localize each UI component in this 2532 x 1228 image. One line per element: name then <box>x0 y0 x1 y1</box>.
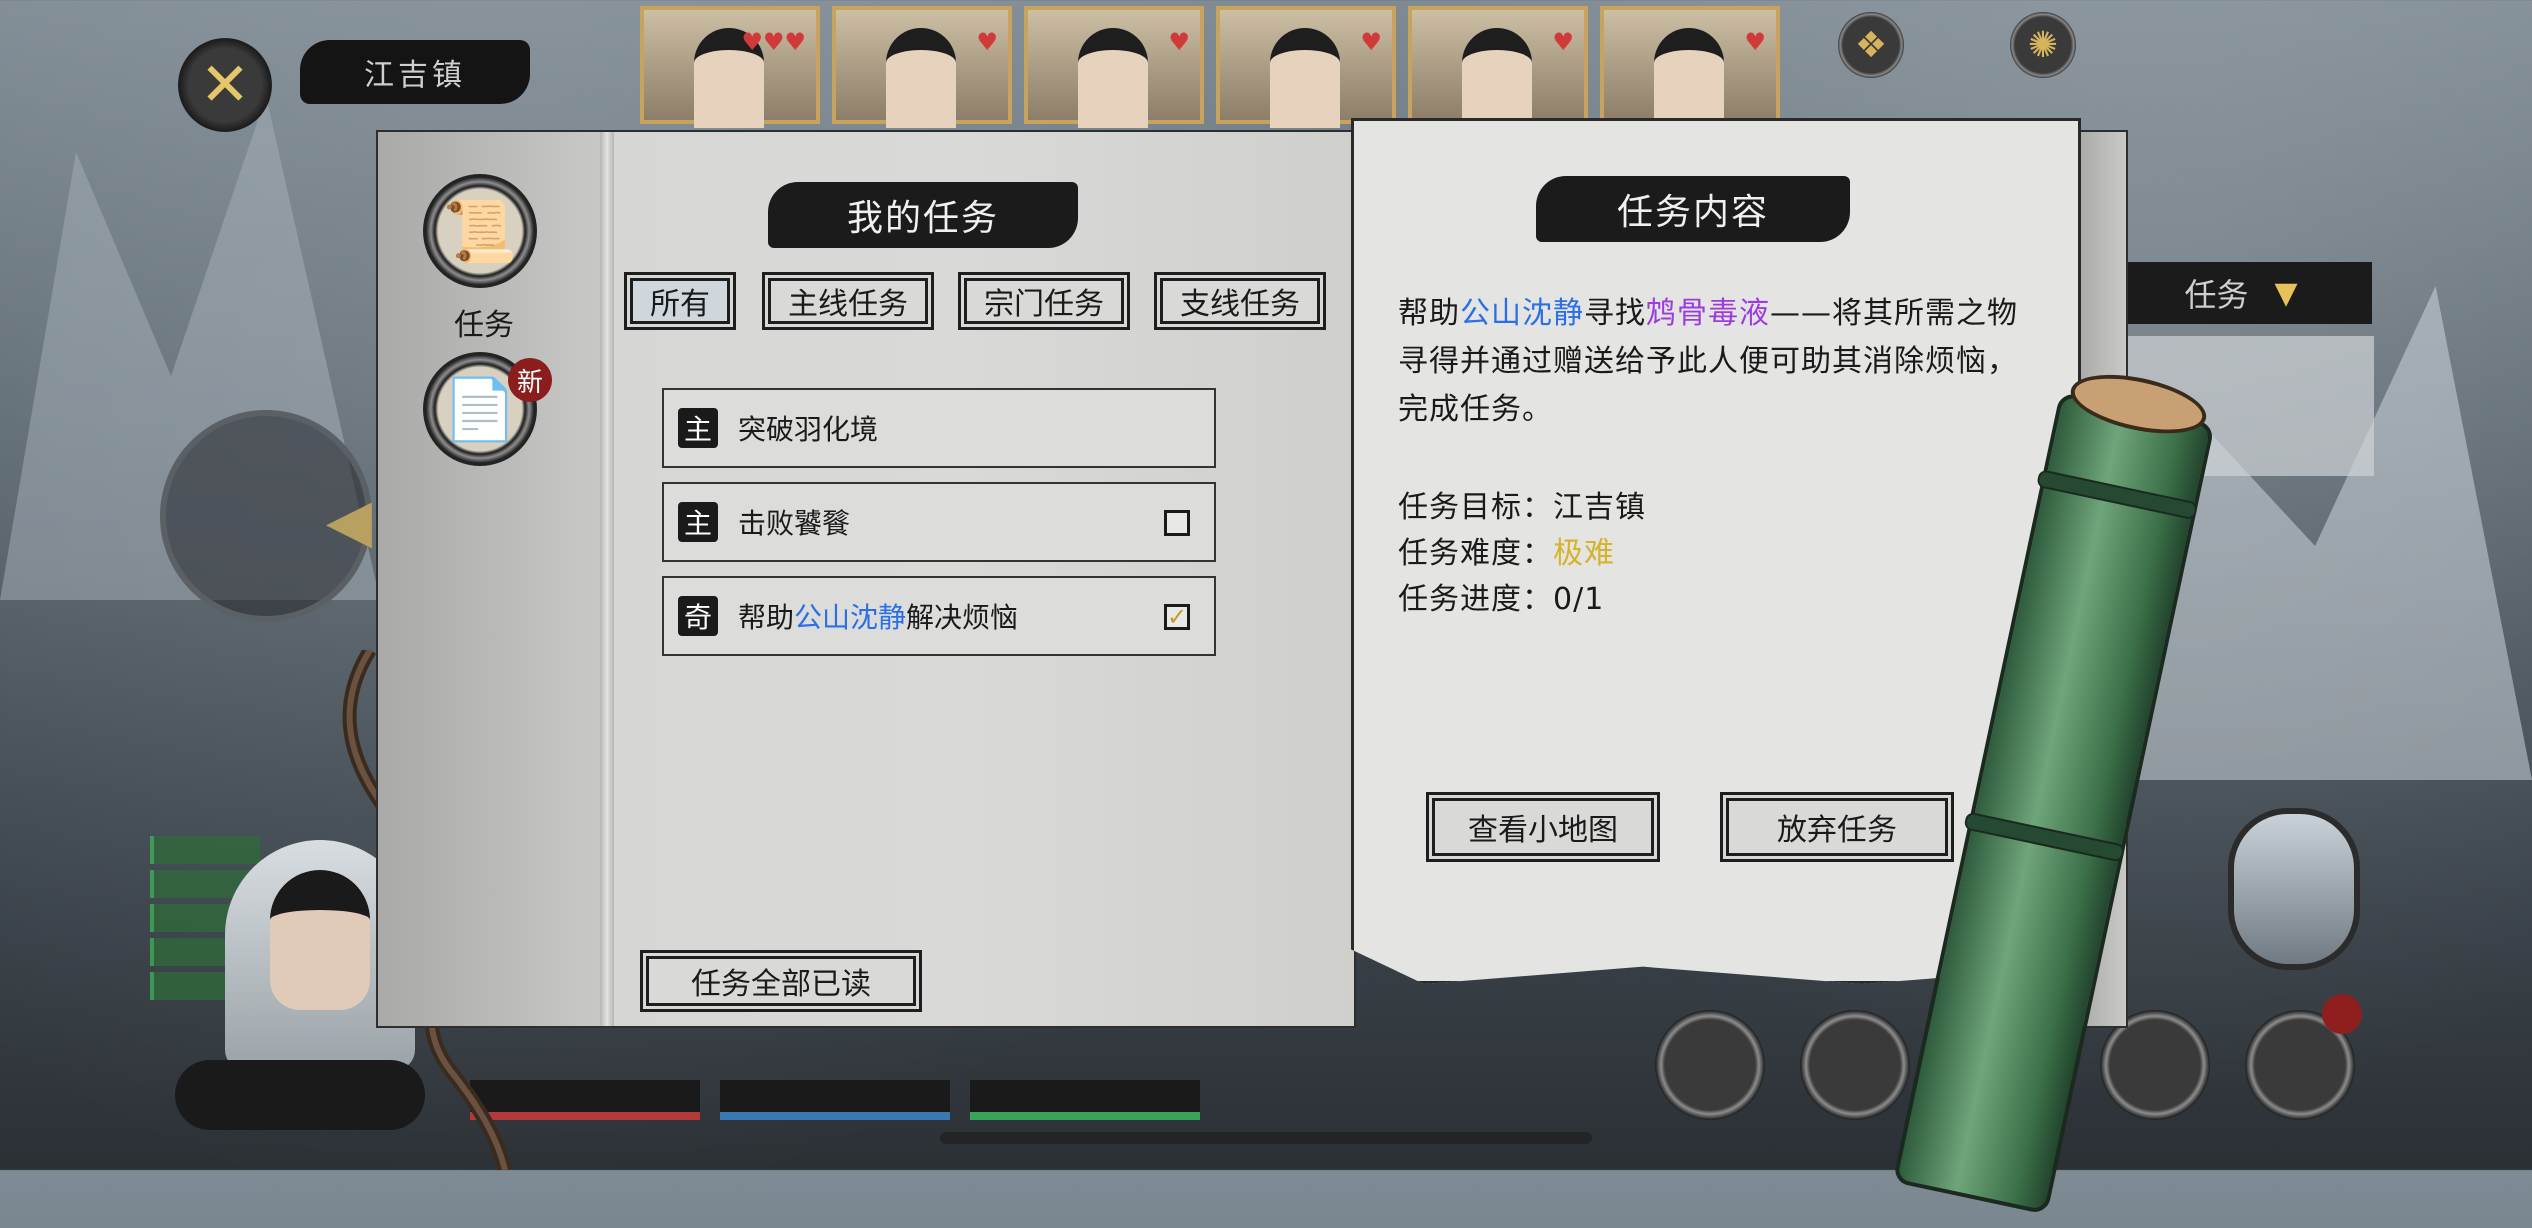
progress-value: 0/1 <box>1553 582 1605 617</box>
quest-kind-badge: 主 <box>678 408 718 448</box>
portrait-6[interactable]: ♥ <box>1600 6 1780 128</box>
heart-icon: ♥ <box>1744 28 1766 56</box>
portrait-1[interactable]: ♥♥♥ <box>640 6 820 128</box>
quest-content-title: 任务内容 <box>1536 176 1850 242</box>
read-all-button[interactable]: 任务全部已读 <box>640 950 922 1012</box>
gear-icon[interactable]: ✺ <box>2010 12 2076 78</box>
quest-title: 击败饕餮 <box>738 507 851 540</box>
filter-all[interactable]: 所有 <box>624 272 736 330</box>
portrait-face <box>1462 28 1532 128</box>
portrait-face <box>1654 28 1724 128</box>
quest-kind-badge: 主 <box>678 502 718 542</box>
mp-bar <box>720 1080 950 1120</box>
compass-minimap[interactable]: ◀ <box>160 410 372 622</box>
portrait-face <box>1270 28 1340 128</box>
portrait-5[interactable]: ♥ <box>1408 6 1588 128</box>
scroll-icon[interactable]: 📜 <box>423 174 537 288</box>
heart-icon: ♥ <box>1168 28 1190 56</box>
quest-row[interactable]: 主 击败饕餮 <box>662 482 1216 562</box>
portrait-3[interactable]: ♥ <box>1024 6 1204 128</box>
quest-progress-row: 任务进度：0/1 <box>1398 574 1998 618</box>
quest-title: 帮助公山沈静解决烦恼 <box>738 596 1018 636</box>
progress-label: 任务进度： <box>1398 582 1553 617</box>
heart-icon: ♥ <box>1360 28 1382 56</box>
close-icon[interactable]: ✕ <box>178 38 272 132</box>
filter-sect[interactable]: 宗门任务 <box>958 272 1130 330</box>
quest-list-page: 📜 任务 📄 新 我的任务 所有 主线任务 宗门任务 支线任务 主 突破羽化境 … <box>376 130 1356 1028</box>
quest-difficulty-row: 任务难度：极难 <box>1398 528 1998 572</box>
quest-description: 帮助公山沈静寻找鸩骨毒液——将其所需之物寻得并通过赠送给予此人便可助其消除烦恼，… <box>1398 290 2028 434</box>
portrait-2[interactable]: ♥ <box>832 6 1012 128</box>
new-badge: 新 <box>508 358 552 402</box>
my-quests-title: 我的任务 <box>768 182 1078 248</box>
stamina-bar <box>970 1080 1200 1120</box>
quest-title: 突破羽化境 <box>738 413 879 446</box>
difficulty-value: 极难 <box>1553 536 1615 571</box>
location-name: 江吉镇 <box>300 40 530 104</box>
portrait-face <box>1078 28 1148 128</box>
quest-row-selected[interactable]: 奇 帮助公山沈静解决烦恼 ✓ <box>662 576 1216 656</box>
item-name-link[interactable]: 鸩骨毒液 <box>1646 296 1770 331</box>
heart-icon: ♥ <box>976 28 998 56</box>
difficulty-label: 任务难度： <box>1398 536 1553 571</box>
target-label: 任务目标： <box>1398 490 1553 525</box>
track-checkbox-checked[interactable]: ✓ <box>1164 604 1190 630</box>
heart-icon: ♥ <box>1552 28 1574 56</box>
companion-portrait[interactable] <box>2228 808 2360 970</box>
desc-text: 帮助 <box>1398 296 1460 331</box>
page-spine <box>600 132 614 1026</box>
quest-row[interactable]: 主 突破羽化境 <box>662 388 1216 468</box>
quest-book: 📜 任务 📄 新 我的任务 所有 主线任务 宗门任务 支线任务 主 突破羽化境 … <box>376 118 2128 1028</box>
side-tab-label: 任务 <box>2184 276 2249 314</box>
portrait-4[interactable]: ♥ <box>1216 6 1396 128</box>
home-indicator <box>940 1132 1592 1144</box>
party-menu-icon[interactable]: ❖ <box>1838 12 1904 78</box>
desc-text: 寻找 <box>1584 296 1646 331</box>
side-quest-tab[interactable]: 任务 ▼ <box>2110 262 2372 324</box>
target-value: 江吉镇 <box>1553 490 1646 525</box>
quest-title-suffix: 解决烦恼 <box>906 601 1019 634</box>
quest-title-prefix: 帮助 <box>738 601 795 634</box>
status-tag <box>150 836 260 864</box>
filter-main[interactable]: 主线任务 <box>762 272 934 330</box>
npc-name-link[interactable]: 公山沈静 <box>1460 296 1584 331</box>
direction-arrow-icon: ◀ <box>325 486 372 556</box>
quest-kind-badge: 奇 <box>678 596 718 636</box>
npc-name-link[interactable]: 公山沈静 <box>794 601 906 634</box>
filter-side[interactable]: 支线任务 <box>1154 272 1326 330</box>
new-badge-icon <box>2322 994 2362 1034</box>
portrait-face <box>886 28 956 128</box>
dropdown-arrow-icon: ▼ <box>2274 275 2298 311</box>
view-minimap-button[interactable]: 查看小地图 <box>1426 792 1660 862</box>
quest-target-row: 任务目标：江吉镇 <box>1398 482 1998 526</box>
quest-nav-label: 任务 <box>454 308 514 343</box>
party-portraits: ♥♥♥ ♥ ♥ ♥ ♥ ♥ <box>640 6 1840 128</box>
track-checkbox[interactable] <box>1164 510 1190 536</box>
heart-icon: ♥♥♥ <box>741 28 806 56</box>
